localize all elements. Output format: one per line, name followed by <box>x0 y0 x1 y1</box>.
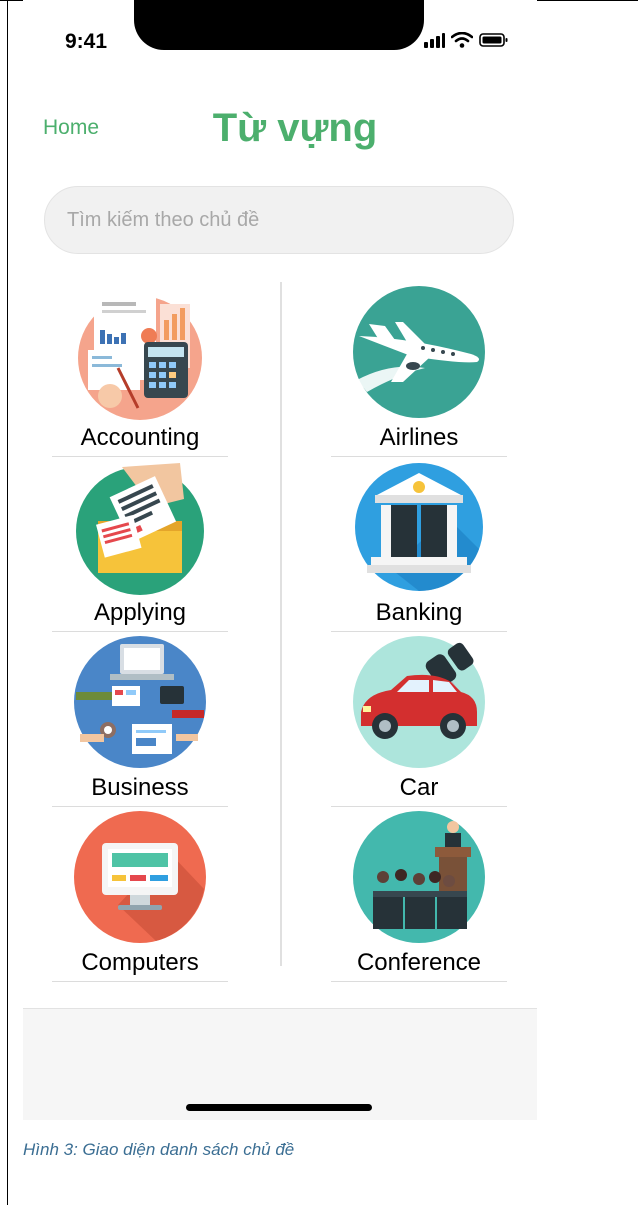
topic-divider <box>331 981 507 982</box>
topic-business[interactable]: Business <box>52 632 228 807</box>
document-frame-left <box>7 0 8 1205</box>
search-input[interactable] <box>67 187 487 253</box>
topic-label: Car <box>399 774 439 801</box>
business-meeting-icon <box>72 634 208 770</box>
topic-banking[interactable]: Banking <box>331 457 507 632</box>
topic-label: Business <box>91 774 189 801</box>
conference-icon <box>351 809 487 945</box>
topic-airlines[interactable]: Airlines <box>331 282 507 457</box>
topic-conference[interactable]: Conference <box>331 807 507 982</box>
airplane-icon <box>351 284 487 420</box>
topic-label: Conference <box>356 949 482 976</box>
status-icons <box>423 32 509 48</box>
phone-screen: 9:41 Home Từ vựng Tìm kiếm theo chủ đề A… <box>23 0 537 1120</box>
accounting-icon <box>72 284 208 420</box>
search-bar[interactable] <box>44 186 514 254</box>
topic-label: Computers <box>81 949 199 976</box>
topic-computers[interactable]: Computers <box>52 807 228 982</box>
column-divider <box>280 282 282 966</box>
page-title: Từ vựng <box>212 106 378 150</box>
topic-accounting[interactable]: Accounting <box>52 282 228 457</box>
topic-applying[interactable]: Applying <box>52 457 228 632</box>
topic-divider <box>52 981 228 982</box>
bottom-bar <box>23 1008 537 1120</box>
topic-label: Applying <box>93 599 187 626</box>
home-indicator[interactable] <box>186 1104 372 1111</box>
topic-label: Banking <box>375 599 463 626</box>
car-icon <box>351 634 487 770</box>
topic-label: Accounting <box>80 424 200 451</box>
application-box-icon <box>72 459 208 595</box>
figure-caption: Hình 3: Giao diện danh sách chủ đề <box>23 1140 295 1159</box>
topic-label: Airlines <box>379 424 459 451</box>
battery-icon <box>479 33 508 47</box>
bank-icon <box>351 459 487 595</box>
status-time: 9:41 <box>65 30 108 53</box>
computer-icon <box>72 809 208 945</box>
signal-icon <box>424 33 445 48</box>
wifi-icon <box>451 32 473 48</box>
topic-car[interactable]: Car <box>331 632 507 807</box>
device-notch <box>134 0 424 50</box>
